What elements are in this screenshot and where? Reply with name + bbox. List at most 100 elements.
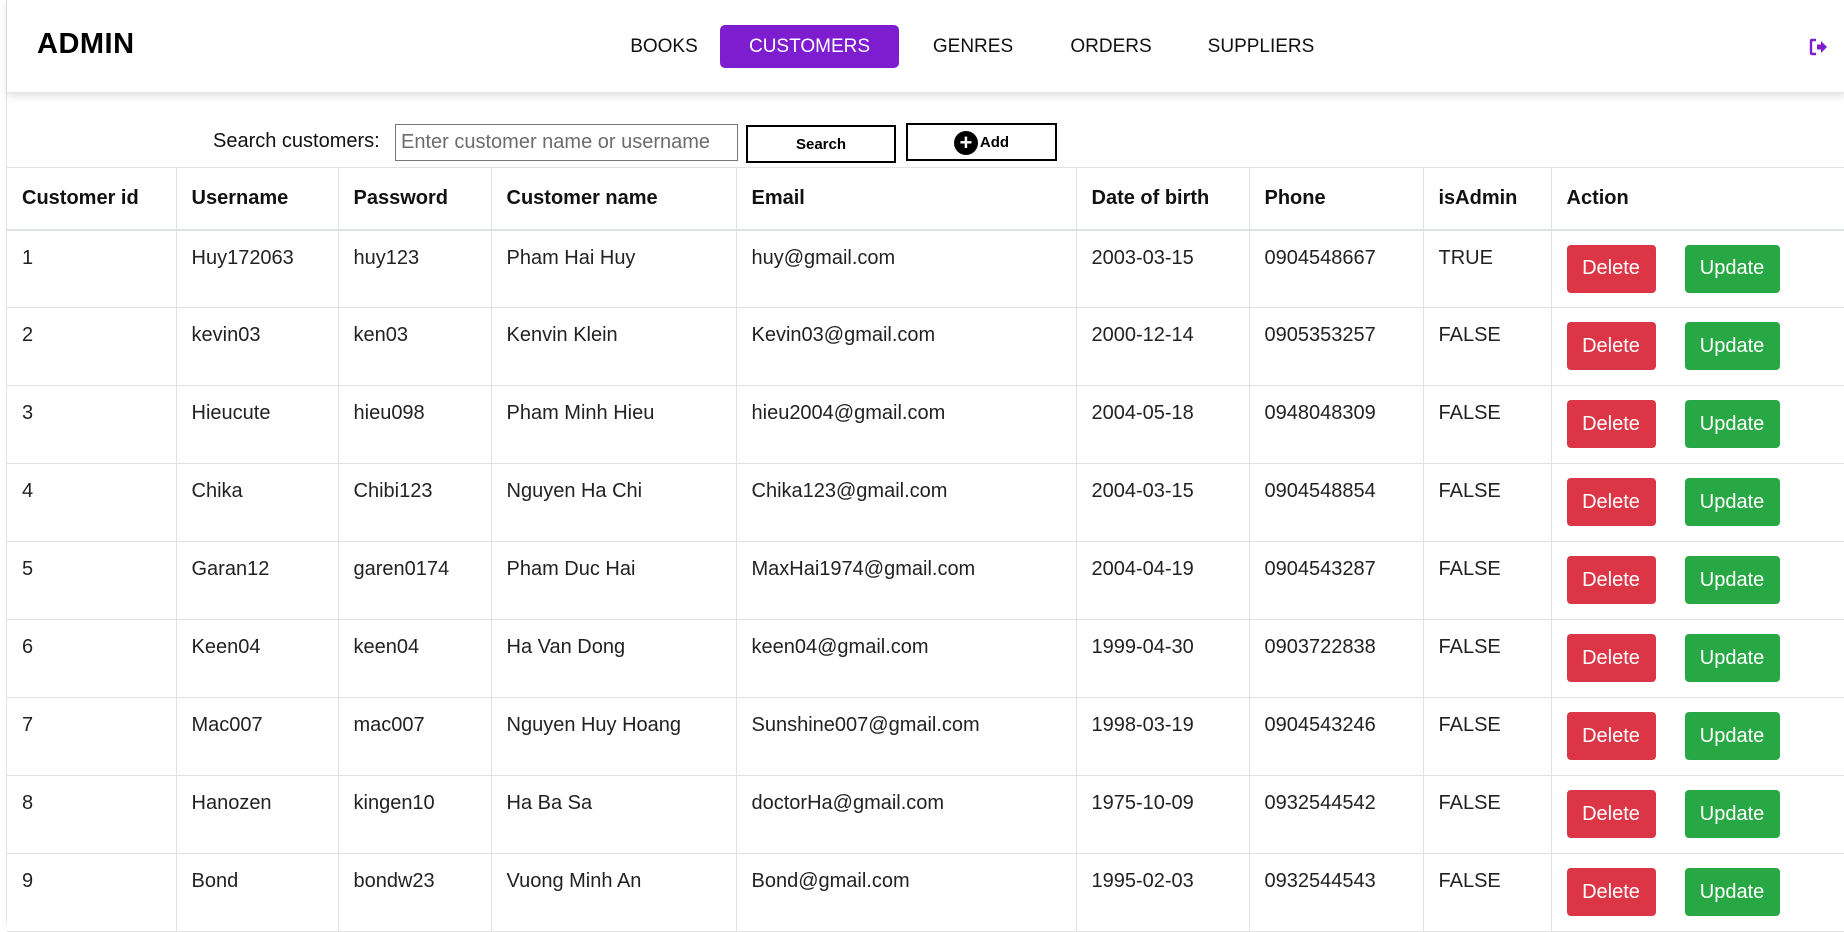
- column-header-phone: Phone: [1249, 167, 1424, 231]
- cell-password: hieu098: [338, 385, 492, 464]
- update-button[interactable]: Update: [1684, 790, 1780, 838]
- table-row: 7 Mac007 mac007 Nguyen Huy Hoang Sunshine007…: [7, 697, 1844, 776]
- cell-customer-id: 9: [7, 853, 177, 932]
- cell-action: Delete Update: [1551, 775, 1844, 854]
- table-row: 9 Bond bondw23 Vuong Minh An Bond@gmail.com 1…: [7, 853, 1844, 932]
- cell-username: Hieucute: [176, 385, 339, 464]
- update-button[interactable]: Update: [1684, 322, 1780, 370]
- search-button[interactable]: Search: [746, 125, 896, 163]
- cell-email: huy@gmail.com: [736, 229, 1077, 308]
- cell-customer-name: Vuong Minh An: [491, 853, 737, 932]
- cell-date-of-birth: 1999-04-30: [1076, 619, 1250, 698]
- cell-username: Keen04: [176, 619, 339, 698]
- cell-is-admin: FALSE: [1423, 619, 1552, 698]
- table-header-row: Customer id Username Password Customer n…: [7, 167, 1844, 231]
- cell-customer-name: Kenvin Klein: [491, 307, 737, 386]
- cell-date-of-birth: 2004-05-18: [1076, 385, 1250, 464]
- cell-customer-name: Ha Ba Sa: [491, 775, 737, 854]
- delete-button[interactable]: Delete: [1566, 478, 1656, 526]
- cell-username: Huy172063: [176, 229, 339, 308]
- table-row: 6 Keen04 keen04 Ha Van Dong keen04@gmail.com…: [7, 619, 1844, 698]
- update-button[interactable]: Update: [1684, 400, 1780, 448]
- nav-item-orders[interactable]: ORDERS: [1049, 25, 1173, 68]
- cell-is-admin: FALSE: [1423, 463, 1552, 542]
- update-button[interactable]: Update: [1684, 868, 1780, 916]
- nav-item-books[interactable]: BOOKS: [609, 25, 719, 68]
- search-input[interactable]: [395, 124, 738, 161]
- cell-email: Bond@gmail.com: [736, 853, 1077, 932]
- cell-action: Delete Update: [1551, 463, 1844, 542]
- cell-password: kingen10: [338, 775, 492, 854]
- cell-username: Bond: [176, 853, 339, 932]
- cell-date-of-birth: 2004-03-15: [1076, 463, 1250, 542]
- update-button[interactable]: Update: [1684, 244, 1780, 293]
- nav-item-suppliers[interactable]: SUPPLIERS: [1187, 25, 1335, 68]
- cell-is-admin: FALSE: [1423, 775, 1552, 854]
- customers-table: Customer id Username Password Customer n…: [7, 167, 1844, 932]
- cell-customer-id: 1: [7, 229, 177, 308]
- delete-button[interactable]: Delete: [1566, 322, 1656, 370]
- nav-item-genres[interactable]: GENRES: [911, 25, 1035, 68]
- cell-phone: 0904543246: [1249, 697, 1424, 776]
- delete-button[interactable]: Delete: [1566, 634, 1656, 682]
- delete-button[interactable]: Delete: [1566, 790, 1656, 838]
- cell-customer-id: 2: [7, 307, 177, 386]
- delete-button[interactable]: Delete: [1566, 556, 1656, 604]
- column-header-password: Password: [338, 167, 492, 231]
- cell-phone: 0905353257: [1249, 307, 1424, 386]
- cell-email: Sunshine007@gmail.com: [736, 697, 1077, 776]
- search-label: Search customers:: [213, 130, 380, 152]
- add-customer-button[interactable]: + Add: [906, 123, 1057, 161]
- cell-email: doctorHa@gmail.com: [736, 775, 1077, 854]
- update-button[interactable]: Update: [1684, 712, 1780, 760]
- delete-button[interactable]: Delete: [1566, 400, 1656, 448]
- nav-item-customers[interactable]: CUSTOMERS: [720, 25, 899, 68]
- column-header-is-admin: isAdmin: [1423, 167, 1552, 231]
- customers-table-container: Customer id Username Password Customer n…: [7, 167, 1844, 932]
- cell-password: Chibi123: [338, 463, 492, 542]
- cell-phone: 0903722838: [1249, 619, 1424, 698]
- column-header-customer-id: Customer id: [7, 167, 177, 231]
- cell-phone: 0904543287: [1249, 541, 1424, 620]
- cell-date-of-birth: 1975-10-09: [1076, 775, 1250, 854]
- table-row: 4 Chika Chibi123 Nguyen Ha Chi Chika123@gmai…: [7, 463, 1844, 542]
- cell-is-admin: FALSE: [1423, 853, 1552, 932]
- cell-phone: 0932544542: [1249, 775, 1424, 854]
- plus-circle-icon: +: [953, 131, 978, 155]
- update-button[interactable]: Update: [1684, 478, 1780, 526]
- cell-is-admin: FALSE: [1423, 697, 1552, 776]
- customers-table-body: 1 Huy172063 huy123 Pham Hai Huy huy@gmail.co…: [7, 229, 1844, 932]
- cell-email: hieu2004@gmail.com: [736, 385, 1077, 464]
- update-button[interactable]: Update: [1684, 556, 1780, 604]
- cell-phone: 0932544543: [1249, 853, 1424, 932]
- cell-password: keen04: [338, 619, 492, 698]
- column-header-username: Username: [176, 167, 339, 231]
- cell-customer-name: Nguyen Ha Chi: [491, 463, 737, 542]
- cell-action: Delete Update: [1551, 229, 1844, 308]
- column-header-date-of-birth: Date of birth: [1076, 167, 1250, 231]
- cell-customer-name: Pham Duc Hai: [491, 541, 737, 620]
- cell-username: Mac007: [176, 697, 339, 776]
- cell-customer-id: 7: [7, 697, 177, 776]
- sign-out-icon[interactable]: [1809, 37, 1829, 57]
- cell-username: Chika: [176, 463, 339, 542]
- cell-customer-id: 4: [7, 463, 177, 542]
- cell-username: kevin03: [176, 307, 339, 386]
- cell-action: Delete Update: [1551, 619, 1844, 698]
- update-button[interactable]: Update: [1684, 634, 1780, 682]
- delete-button[interactable]: Delete: [1566, 244, 1656, 293]
- table-row: 8 Hanozen kingen10 Ha Ba Sa doctorHa@gmail.c…: [7, 775, 1844, 854]
- cell-customer-id: 8: [7, 775, 177, 854]
- cell-customer-name: Pham Minh Hieu: [491, 385, 737, 464]
- cell-action: Delete Update: [1551, 853, 1844, 932]
- cell-date-of-birth: 2000-12-14: [1076, 307, 1250, 386]
- cell-username: Hanozen: [176, 775, 339, 854]
- cell-is-admin: FALSE: [1423, 385, 1552, 464]
- cell-is-admin: FALSE: [1423, 307, 1552, 386]
- delete-button[interactable]: Delete: [1566, 868, 1656, 916]
- cell-action: Delete Update: [1551, 385, 1844, 464]
- cell-phone: 0904548667: [1249, 229, 1424, 308]
- delete-button[interactable]: Delete: [1566, 712, 1656, 760]
- cell-customer-id: 5: [7, 541, 177, 620]
- cell-password: huy123: [338, 229, 492, 308]
